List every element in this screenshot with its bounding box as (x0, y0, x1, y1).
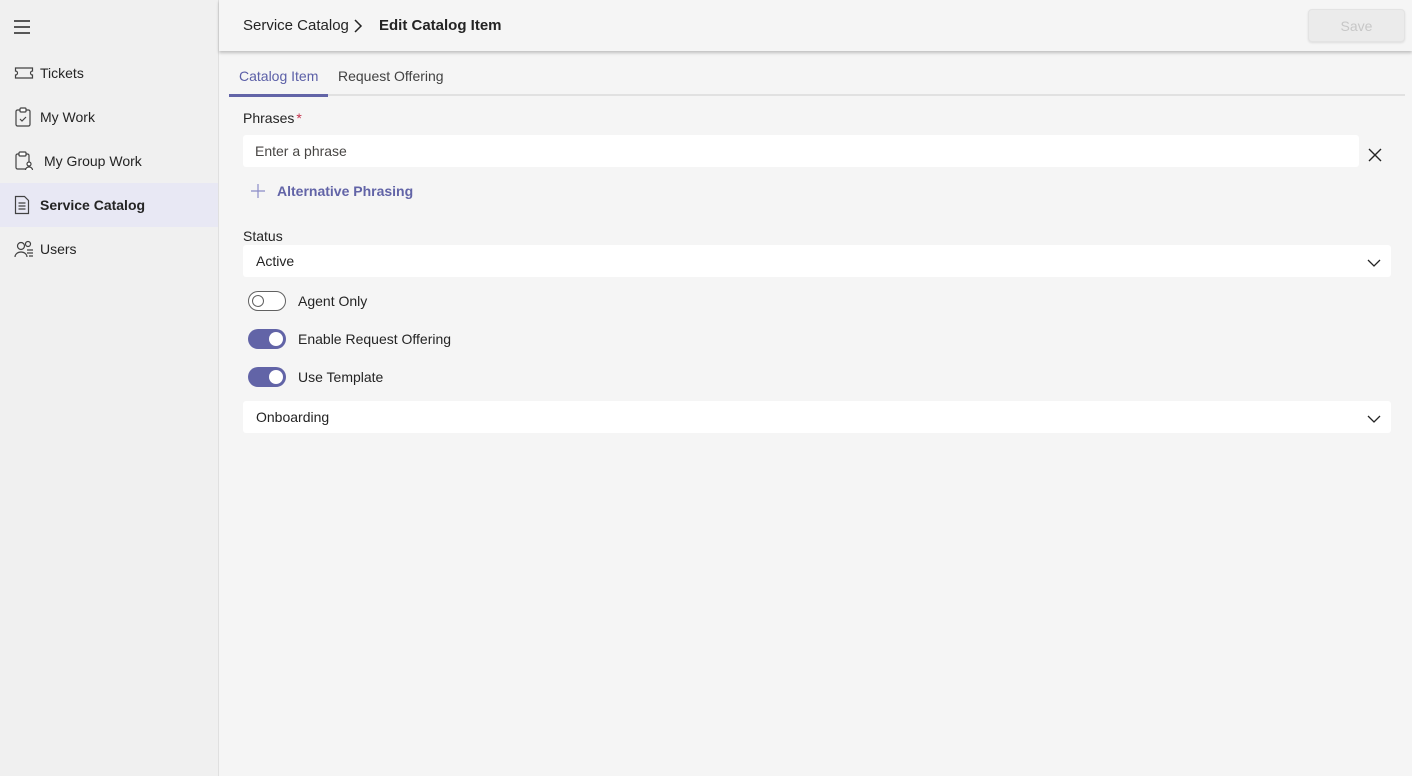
sidebar-nav: Tickets My Work My Group Work Service Ca… (0, 51, 218, 271)
tab-bar: Catalog Item Request Offering (229, 62, 1405, 97)
sidebar-item-label: Tickets (40, 65, 84, 81)
sidebar-item-my-work[interactable]: My Work (0, 95, 218, 139)
group-work-icon (14, 151, 34, 171)
status-dropdown[interactable]: Active (243, 245, 1391, 277)
phrases-label-text: Phrases (243, 110, 295, 126)
phrase-input[interactable] (243, 135, 1359, 167)
clipboard-icon (14, 107, 34, 127)
users-icon (14, 239, 34, 259)
use-template-row: Use Template (248, 366, 383, 388)
use-template-toggle[interactable] (248, 367, 286, 387)
sidebar-item-label: Service Catalog (40, 197, 146, 213)
close-icon[interactable] (1367, 147, 1383, 163)
header-bar: Service Catalog Edit Catalog Item Save (219, 0, 1412, 51)
breadcrumb-service-catalog[interactable]: Service Catalog (243, 17, 349, 34)
app-root: Tickets My Work My Group Work Service Ca… (0, 0, 1412, 776)
sidebar-item-label: Users (40, 241, 77, 257)
page-title: Edit Catalog Item (379, 17, 502, 34)
hamburger-menu-icon[interactable] (13, 19, 31, 35)
required-marker: * (296, 110, 302, 126)
sidebar-item-label: My Work (40, 109, 95, 125)
tab-catalog-item[interactable]: Catalog Item (229, 62, 329, 97)
add-alternative-phrasing-button[interactable]: Alternative Phrasing (250, 181, 413, 201)
enable-request-offering-label: Enable Request Offering (298, 331, 452, 347)
status-label: Status (243, 228, 283, 244)
use-template-label: Use Template (298, 369, 384, 385)
agent-only-row: Agent Only (248, 290, 367, 312)
alternative-phrasing-label: Alternative Phrasing (277, 183, 414, 199)
chevron-right-icon (353, 19, 363, 36)
chevron-down-icon (1367, 255, 1381, 271)
agent-only-toggle[interactable] (248, 291, 286, 311)
plus-icon (251, 184, 265, 198)
template-value: Onboarding (256, 409, 330, 425)
document-icon (14, 195, 34, 215)
status-value: Active (256, 253, 295, 269)
ticket-icon (14, 63, 34, 83)
template-dropdown[interactable]: Onboarding (243, 401, 1391, 433)
chevron-down-icon (1367, 411, 1381, 427)
save-button[interactable]: Save (1308, 9, 1405, 42)
enable-request-offering-toggle[interactable] (248, 329, 286, 349)
agent-only-label: Agent Only (298, 293, 368, 309)
sidebar-item-service-catalog[interactable]: Service Catalog (0, 183, 218, 227)
tab-request-offering[interactable]: Request Offering (328, 62, 454, 96)
sidebar: Tickets My Work My Group Work Service Ca… (0, 0, 219, 776)
sidebar-item-label: My Group Work (44, 153, 142, 169)
enable-request-offering-row: Enable Request Offering (248, 328, 451, 350)
sidebar-item-users[interactable]: Users (0, 227, 218, 271)
sidebar-item-tickets[interactable]: Tickets (0, 51, 218, 95)
phrases-label: Phrases * (243, 110, 302, 126)
sidebar-item-my-group-work[interactable]: My Group Work (0, 139, 218, 183)
